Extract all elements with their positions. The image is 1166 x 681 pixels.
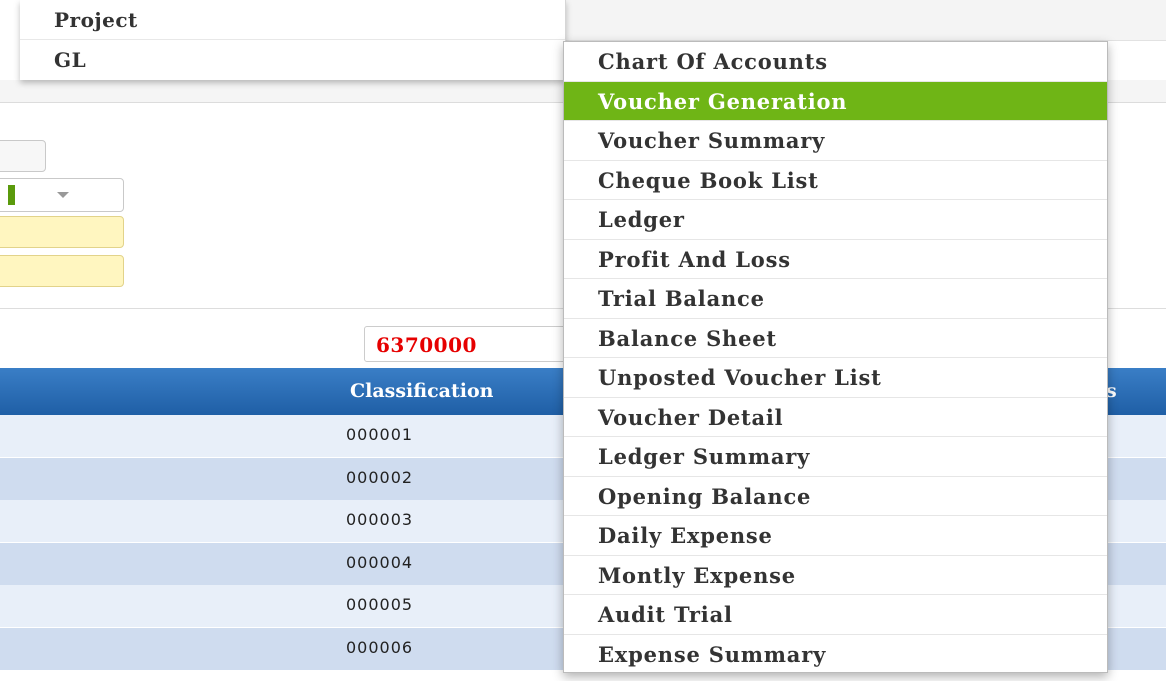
submenu-item-profit-and-loss[interactable]: Profit And Loss (564, 240, 1107, 279)
classification-code: 000002 (346, 467, 414, 487)
classification-code: 000005 (346, 595, 414, 615)
submenu-item-ledger[interactable]: Ledger (564, 200, 1107, 240)
submenu-item-trial-balance[interactable]: Trial Balance (564, 279, 1107, 319)
submenu-item-voucher-summary[interactable]: Voucher Summary (564, 121, 1107, 161)
form-input-2[interactable] (0, 255, 124, 287)
submenu-item-voucher-detail[interactable]: Voucher Detail (564, 398, 1107, 437)
total-amount-field: 6370000 (364, 326, 574, 362)
submenu-item-audit-trial[interactable]: Audit Trial (564, 595, 1107, 635)
menu-item-project[interactable]: Project (20, 0, 565, 40)
classification-code: 000003 (346, 510, 414, 530)
chevron-down-icon (57, 192, 69, 198)
submenu-item-cheque-book-list[interactable]: Cheque Book List (564, 161, 1107, 200)
submenu-item-ledger-summary[interactable]: Ledger Summary (564, 437, 1107, 477)
column-header-classification[interactable]: Classification (350, 368, 493, 415)
parent-menu: Project GL (20, 0, 566, 80)
submenu-item-voucher-generation[interactable]: Voucher Generation (564, 81, 1107, 121)
form-select[interactable] (0, 178, 124, 212)
classification-code: 000004 (346, 552, 414, 572)
submenu-item-opening-balance[interactable]: Opening Balance (564, 477, 1107, 516)
submenu-item-montly-expense[interactable]: Montly Expense (564, 556, 1107, 595)
gl-submenu: Chart Of Accounts Voucher Generation Vouch… (563, 41, 1108, 673)
classification-code: 000001 (346, 425, 414, 444)
top-header-strip (565, 0, 1166, 41)
form-button[interactable] (0, 140, 46, 172)
form-input-1[interactable] (0, 216, 124, 248)
submenu-item-balance-sheet[interactable]: Balance Sheet (564, 319, 1107, 358)
submenu-item-unposted-voucher-list[interactable]: Unposted Voucher List (564, 358, 1107, 398)
app-window: 6370000 Classification s 000001 000002 000… (0, 0, 1166, 681)
select-color-indicator (8, 185, 15, 205)
menu-item-gl[interactable]: GL (20, 40, 565, 80)
submenu-item-daily-expense[interactable]: Daily Expense (564, 516, 1107, 556)
classification-code: 000006 (346, 638, 414, 657)
submenu-item-chart-of-accounts[interactable]: Chart Of Accounts (564, 42, 1107, 82)
submenu-item-expense-summary[interactable]: Expense Summary (564, 635, 1107, 675)
